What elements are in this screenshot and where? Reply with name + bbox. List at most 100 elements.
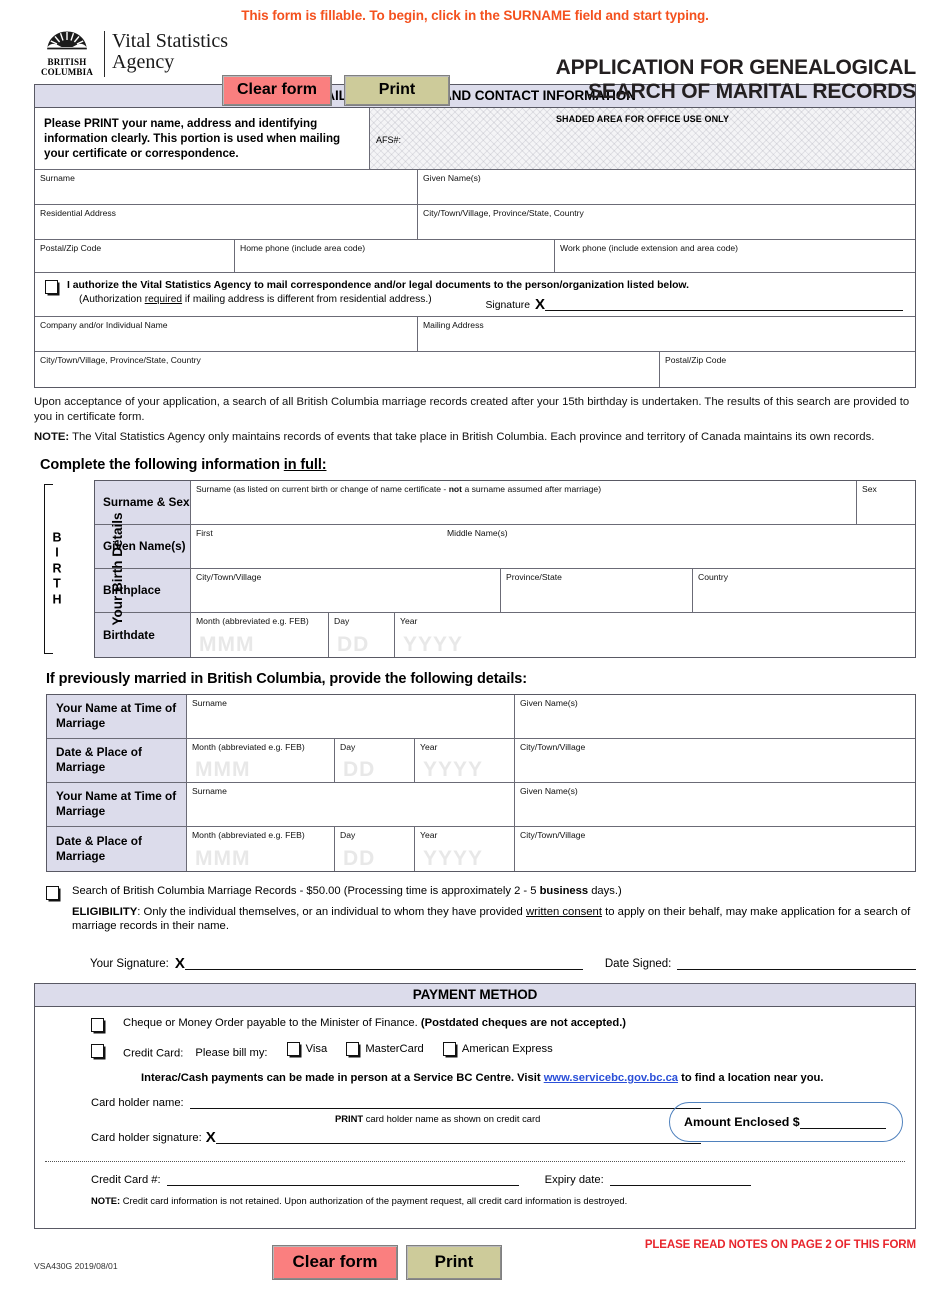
authorization-signature-input[interactable] <box>545 297 903 311</box>
postal-code-field[interactable]: Postal/Zip Code <box>35 240 235 273</box>
search-records-checkbox[interactable] <box>46 885 59 900</box>
birthplace-city-field[interactable]: City/Town/Village <box>191 568 501 613</box>
work-phone-label: Work phone (include extension and area c… <box>560 243 739 253</box>
credit-card-checkbox[interactable] <box>91 1043 104 1058</box>
marriage-month-field-1[interactable]: Month (abbreviated e.g. FEB) MMM <box>187 738 335 783</box>
amex-option[interactable]: American Express <box>442 1042 553 1057</box>
marriage-given-names-label-2: Given Name(s) <box>520 785 578 796</box>
marriage-month-label-1: Month (abbreviated e.g. FEB) <box>192 741 305 752</box>
given-names-field[interactable]: Given Name(s) <box>418 170 915 205</box>
mastercard-label: MasterCard <box>365 1042 424 1055</box>
residential-address-label: Residential Address <box>40 208 116 218</box>
marriage-year-placeholder-2: YYYY <box>423 846 484 870</box>
credit-card-number-input[interactable] <box>166 1172 519 1186</box>
print-button-bottom[interactable]: Print <box>406 1245 502 1280</box>
marriage-day-field-1[interactable]: Day DD <box>335 738 415 783</box>
birthplace-country-field[interactable]: Country <box>693 569 915 613</box>
marriage-year-field-2[interactable]: Year YYYY <box>415 826 515 871</box>
marriage-day-field-2[interactable]: Day DD <box>335 826 415 871</box>
eligibility-label: ELIGIBILITY <box>72 905 138 918</box>
authorization-checkbox[interactable] <box>45 280 58 294</box>
amount-enclosed-box[interactable]: Amount Enclosed $ <box>669 1102 903 1142</box>
city-province-country-field[interactable]: City/Town/Village, Province/State, Count… <box>418 205 915 240</box>
credit-card-number-row: Credit Card #: Expiry date: <box>91 1172 751 1186</box>
auth-sub-a: (Authorization <box>79 294 145 305</box>
birthdate-day-field[interactable]: Day DD <box>329 612 395 657</box>
surname-row: Surname Given Name(s) <box>35 170 915 205</box>
marriage-city-field-1[interactable]: City/Town/Village <box>515 739 915 783</box>
marriage-date-label-1: Date & Place of Marriage <box>47 738 187 783</box>
birth-surname-label-a: Surname (as listed on current birth or c… <box>196 483 449 494</box>
card-holder-signature-input[interactable] <box>215 1130 701 1144</box>
card-holder-name-input[interactable] <box>189 1095 701 1109</box>
card-holder-block: Card holder name: PRINT card holder name… <box>35 1090 915 1161</box>
payment-band-title: PAYMENT METHOD <box>35 983 915 1007</box>
card-holder-signature-x: X <box>205 1129 216 1146</box>
residential-address-field[interactable]: Residential Address <box>35 205 418 240</box>
amex-label: American Express <box>461 1042 553 1055</box>
date-signed-input[interactable] <box>677 956 916 970</box>
marriage-given-names-label-1: Given Name(s) <box>520 697 578 708</box>
agency-name: Vital Statistics Agency <box>112 30 228 73</box>
marriage-city-label-2: City/Town/Village <box>520 829 586 840</box>
servicebc-link[interactable]: www.servicebc.gov.bc.ca <box>544 1072 678 1084</box>
birthdate-month-label: Month (abbreviated e.g. FEB) <box>196 615 309 626</box>
card-holder-signature-label: Card holder signature: <box>91 1132 202 1144</box>
bc-logo: British Columbia <box>36 30 98 77</box>
mailing-intro-text: Please PRINT your name, address and iden… <box>35 108 370 170</box>
auth-city-province-country-label: City/Town/Village, Province/State, Count… <box>40 355 201 365</box>
interac-text-b: to find a location near you. <box>678 1072 824 1084</box>
cheque-checkbox[interactable] <box>91 1017 104 1032</box>
applicant-signature-row: Your Signature: X Date Signed: <box>90 956 916 971</box>
marriage-year-field-1[interactable]: Year YYYY <box>415 738 515 783</box>
clear-form-button-bottom[interactable]: Clear form <box>272 1245 398 1280</box>
your-signature-input[interactable] <box>184 956 583 970</box>
birth-surname-field[interactable]: Surname (as listed on current birth or c… <box>191 480 857 525</box>
home-phone-field[interactable]: Home phone (include area code) <box>235 240 555 273</box>
expiry-date-input[interactable] <box>609 1172 751 1186</box>
clear-form-button-top[interactable]: Clear form <box>222 75 332 106</box>
amount-enclosed-input[interactable] <box>799 1115 886 1129</box>
auth-city-province-country-field[interactable]: City/Town/Village, Province/State, Count… <box>35 352 660 387</box>
marriage-surname-field-1[interactable]: Surname <box>187 694 515 739</box>
fillable-instruction: This form is fillable. To begin, click i… <box>241 8 709 23</box>
print-button-top[interactable]: Print <box>344 75 450 106</box>
marriage-surname-field-2[interactable]: Surname <box>187 782 515 827</box>
visa-checkbox[interactable] <box>286 1042 300 1056</box>
company-name-field[interactable]: Company and/or Individual Name <box>35 317 418 352</box>
marriage-name-row-1: Your Name at Time of Marriage Surname Gi… <box>47 694 915 739</box>
mailing-address-field[interactable]: Mailing Address <box>418 317 915 352</box>
birth-given-names-field[interactable]: First Middle Name(s) <box>191 525 915 569</box>
surname-label: Surname <box>40 173 75 183</box>
print-note-text: card holder name as shown on credit card <box>363 1113 541 1124</box>
birthdate-year-field[interactable]: Year YYYY <box>395 613 915 657</box>
marriage-month-field-2[interactable]: Month (abbreviated e.g. FEB) MMM <box>187 826 335 871</box>
birth-rotated-label: Your Birth Details <box>110 511 126 626</box>
birth-sex-field[interactable]: Sex <box>857 481 915 525</box>
interac-note: Interac/Cash payments can be made in per… <box>35 1072 915 1084</box>
birthdate-month-field[interactable]: Month (abbreviated e.g. FEB) MMM <box>191 612 329 657</box>
visa-option[interactable]: Visa <box>286 1042 327 1057</box>
mastercard-option[interactable]: MasterCard <box>346 1042 424 1057</box>
authorization-block: I authorize the Vital Statistics Agency … <box>35 273 915 317</box>
cheque-text-bold: (Postdated cheques are not accepted.) <box>420 1016 627 1029</box>
brand-divider <box>104 31 105 77</box>
birthplace-city-label: City/Town/Village <box>196 571 262 582</box>
surname-field[interactable]: Surname <box>35 170 418 205</box>
marriage-city-field-2[interactable]: City/Town/Village <box>515 827 915 871</box>
marriage-year-placeholder-1: YYYY <box>423 757 484 781</box>
birth-surname-label: Surname (as listed on current birth or c… <box>196 484 851 494</box>
work-phone-field[interactable]: Work phone (include extension and area c… <box>555 240 915 273</box>
marriage-month-placeholder-2: MMM <box>195 846 251 870</box>
marriage-given-names-field-1[interactable]: Given Name(s) <box>515 695 915 739</box>
mastercard-checkbox[interactable] <box>346 1042 360 1056</box>
birth-vertical-letters: BIRTH <box>52 529 62 606</box>
eligibility-text-a: : Only the individual themselves, or an … <box>137 905 526 918</box>
birthplace-province-field[interactable]: Province/State <box>501 568 693 613</box>
marriage-month-placeholder-1: MMM <box>195 757 251 781</box>
auth-postal-code-field[interactable]: Postal/Zip Code <box>660 352 915 387</box>
eligibility-written-consent: written consent <box>525 905 602 918</box>
complete-heading: Complete the following information in fu… <box>40 457 950 473</box>
marriage-given-names-field-2[interactable]: Given Name(s) <box>515 783 915 827</box>
amex-checkbox[interactable] <box>442 1042 456 1056</box>
